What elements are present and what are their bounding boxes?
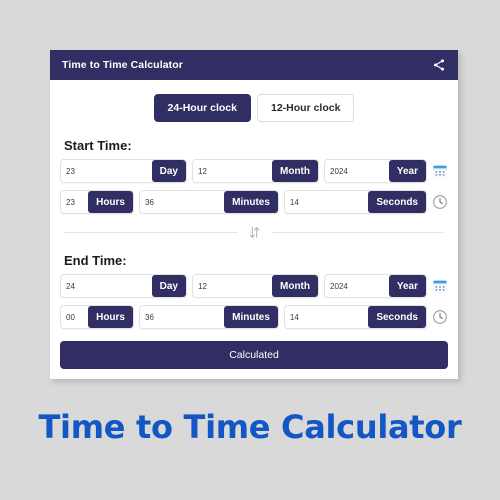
swap-vertical-icon[interactable]: [248, 226, 261, 239]
end-year-input[interactable]: [325, 275, 389, 297]
calendar-icon[interactable]: [432, 163, 448, 179]
start-year-field[interactable]: Year: [324, 159, 427, 183]
end-minutes-input[interactable]: [140, 306, 225, 328]
end-year-label[interactable]: Year: [388, 275, 426, 297]
end-hours-label[interactable]: Hours: [88, 306, 133, 328]
card-header: Time to Time Calculator: [50, 50, 458, 80]
swap-divider: [64, 226, 444, 239]
page-title: Time to Time Calculator: [62, 59, 183, 71]
start-minutes-field[interactable]: Minutes: [139, 190, 279, 214]
end-clock-row: Hours Minutes Seconds: [60, 305, 448, 329]
start-minutes-label[interactable]: Minutes: [224, 191, 278, 213]
divider-right: [270, 232, 444, 233]
start-time-heading: Start Time:: [64, 138, 132, 153]
start-clock-row: Hours Minutes Seconds: [60, 190, 448, 214]
calendar-icon[interactable]: [432, 278, 448, 294]
start-seconds-label[interactable]: Seconds: [368, 191, 426, 213]
start-month-label[interactable]: Month: [272, 160, 318, 182]
end-seconds-label[interactable]: Seconds: [368, 306, 426, 328]
end-day-field[interactable]: Day: [60, 274, 187, 298]
end-day-label[interactable]: Day: [151, 275, 186, 297]
calculator-card: Time to Time Calculator 24-Hour clock 12…: [50, 50, 458, 379]
start-day-label[interactable]: Day: [151, 160, 186, 182]
start-hours-field[interactable]: Hours: [60, 190, 134, 214]
calculate-button[interactable]: Calculated: [60, 341, 448, 369]
start-year-input[interactable]: [325, 160, 389, 182]
card-body: 24-Hour clock 12-Hour clock Start Time: …: [50, 80, 458, 379]
end-month-input[interactable]: [193, 275, 272, 297]
end-hours-input[interactable]: [61, 306, 89, 328]
share-icon[interactable]: [432, 58, 446, 72]
tab-24-hour-clock[interactable]: 24-Hour clock: [153, 94, 251, 122]
screenshot-stage: Time to Time Calculator 24-Hour clock 12…: [0, 0, 500, 500]
start-month-field[interactable]: Month: [192, 159, 319, 183]
start-minutes-input[interactable]: [140, 191, 225, 213]
start-seconds-field[interactable]: Seconds: [283, 190, 427, 214]
clock-format-toggle: 24-Hour clock 12-Hour clock: [60, 94, 448, 122]
clock-icon[interactable]: [432, 194, 448, 210]
end-month-field[interactable]: Month: [192, 274, 319, 298]
end-year-field[interactable]: Year: [324, 274, 427, 298]
start-day-field[interactable]: Day: [60, 159, 187, 183]
start-day-input[interactable]: [61, 160, 152, 182]
end-day-input[interactable]: [61, 275, 152, 297]
clock-icon[interactable]: [432, 309, 448, 325]
end-month-label[interactable]: Month: [272, 275, 318, 297]
end-minutes-field[interactable]: Minutes: [139, 305, 279, 329]
end-hours-field[interactable]: Hours: [60, 305, 134, 329]
divider-left: [64, 232, 238, 233]
end-minutes-label[interactable]: Minutes: [224, 306, 278, 328]
start-hours-label[interactable]: Hours: [88, 191, 133, 213]
tab-12-hour-clock[interactable]: 12-Hour clock: [257, 94, 355, 122]
end-time-heading: End Time:: [64, 253, 127, 268]
end-seconds-input[interactable]: [284, 306, 369, 328]
start-month-input[interactable]: [193, 160, 272, 182]
end-date-row: Day Month Year: [60, 274, 448, 298]
bottom-heading: Time to Time Calculator: [38, 408, 462, 446]
end-seconds-field[interactable]: Seconds: [283, 305, 427, 329]
start-hours-input[interactable]: [61, 191, 89, 213]
start-date-row: Day Month Year: [60, 159, 448, 183]
start-seconds-input[interactable]: [284, 191, 369, 213]
start-year-label[interactable]: Year: [388, 160, 426, 182]
